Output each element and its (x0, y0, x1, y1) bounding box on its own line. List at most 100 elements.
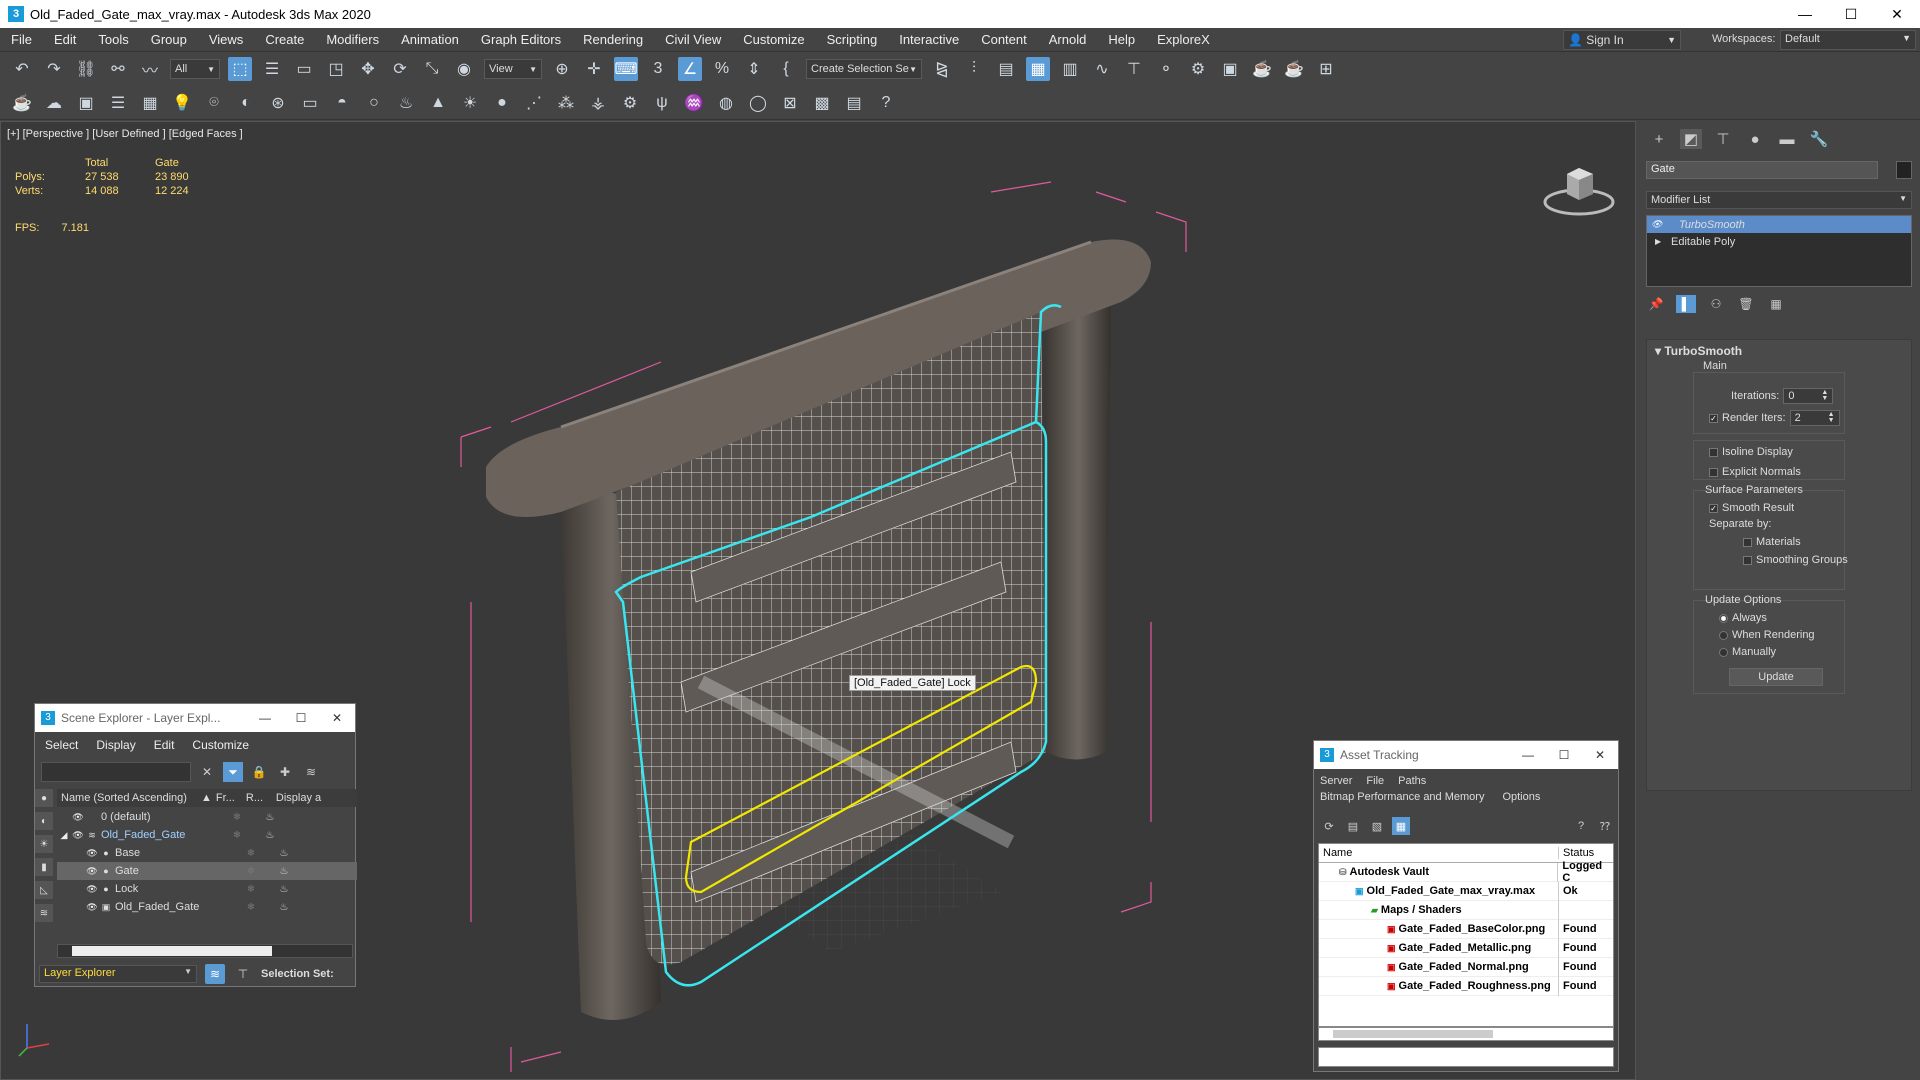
sort-by-layer-icon[interactable]: ≋ (205, 964, 225, 984)
rendered-frame-window-icon[interactable]: ▣ (1218, 57, 1242, 81)
material-editor-icon[interactable]: ⚬ (1154, 57, 1178, 81)
select-manipulate-icon[interactable]: ✛ (582, 57, 606, 81)
iterations-spinner[interactable]: 0 ▲ ▼ (1783, 388, 1834, 404)
decal-icon[interactable]: ◍ (714, 91, 738, 115)
help-icon[interactable]: ? (1572, 817, 1590, 835)
layer-explorer-icon[interactable]: ▦ (1026, 57, 1050, 81)
proxy-icon[interactable]: ⋰ (522, 91, 546, 115)
reference-coordinate-dropdown[interactable]: View ▼ (484, 59, 542, 79)
redo-icon[interactable]: ↷ (42, 57, 66, 81)
mesh-export-icon[interactable]: ▤ (842, 91, 866, 115)
layer-row[interactable]: ◢ 👁 ≋ Old_Faded_Gate ❄ ♨ (57, 826, 357, 844)
menu-content[interactable]: Content (970, 28, 1038, 52)
freeze-icon[interactable]: ❄ (233, 848, 269, 859)
keyboard-shortcut-override-icon[interactable]: ⌨ (614, 57, 638, 81)
curve-editor-icon[interactable]: ∿ (1090, 57, 1114, 81)
render-teapot-icon[interactable]: ♨ (269, 902, 299, 913)
list-view-icon[interactable]: ▤ (1344, 817, 1362, 835)
menu-file[interactable]: File (0, 28, 43, 52)
close-icon[interactable]: ✕ (1874, 0, 1920, 28)
scene-converter-icon[interactable]: ⊠ (778, 91, 802, 115)
lock-icon[interactable]: 🔒 (249, 762, 269, 782)
freeze-icon[interactable]: ❄ (219, 830, 255, 841)
sort-by-hierarchy-icon[interactable]: ⊤ (233, 964, 253, 984)
placement-icon[interactable]: ◉ (452, 57, 476, 81)
stack-item-turbosmooth[interactable]: 👁 TurboSmooth (1647, 216, 1911, 233)
frame-buffer-icon[interactable]: ▩ (810, 91, 834, 115)
sphere-icon[interactable]: ○ (362, 91, 386, 115)
clear-search-icon[interactable]: ✕ (197, 762, 217, 782)
isoline-checkbox[interactable] (1709, 447, 1718, 457)
asset-row[interactable]: ⛁ Autodesk Vault Logged C (1319, 860, 1613, 884)
display-spacewarps-icon[interactable]: ≋ (35, 904, 53, 922)
maximize-icon[interactable]: ☐ (1828, 0, 1874, 28)
name-column-header[interactable]: Name (Sorted Ascending) (57, 792, 197, 804)
expand-arrow-icon[interactable]: ▶ (1655, 237, 1665, 246)
viewcube-icon[interactable] (1539, 152, 1619, 222)
maximize-icon[interactable]: ☐ (283, 711, 319, 725)
minimize-icon[interactable]: — (1782, 0, 1828, 28)
freeze-icon[interactable]: ❄ (233, 902, 269, 913)
teapot-icon[interactable]: ☕ (10, 91, 34, 115)
update-button[interactable]: Update (1729, 668, 1823, 686)
select-by-name-icon[interactable]: ☰ (260, 57, 284, 81)
menu-animation[interactable]: Animation (390, 28, 470, 52)
display-helpers-icon[interactable]: ◺ (35, 881, 53, 899)
display-lights-icon[interactable]: ☀ (35, 835, 53, 853)
asset-tracking-titlebar[interactable]: 3 Asset Tracking — ☐ ✕ (1314, 741, 1618, 769)
asset-row[interactable]: ▣ Old_Faded_Gate_max_vray.max Ok (1319, 881, 1613, 901)
move-icon[interactable]: ✥ (356, 57, 380, 81)
at-menu-bitmap-performance[interactable]: Bitmap Performance and Memory (1320, 791, 1484, 803)
align-icon[interactable]: ⫶ (962, 57, 986, 81)
scrollbar-thumb[interactable] (1333, 1030, 1493, 1038)
teapot-shape-icon[interactable]: ♨ (394, 91, 418, 115)
grid-icon[interactable]: ▦ (138, 91, 162, 115)
menu-scripting[interactable]: Scripting (816, 28, 889, 52)
settings-help-icon[interactable]: ⁇ (1596, 817, 1614, 835)
volume-icon[interactable]: ⚙ (618, 91, 642, 115)
filter-icon[interactable]: ⏷ (223, 762, 243, 782)
render-activeshade-icon[interactable]: ⊞ (1314, 57, 1338, 81)
angle-snap-icon[interactable]: ∠ (678, 57, 702, 81)
render-teapot-icon[interactable]: ♨ (255, 830, 285, 841)
pivot-point-icon[interactable]: ⊕ (550, 57, 574, 81)
show-end-result-icon[interactable]: ▌ (1676, 295, 1696, 313)
eye-icon[interactable]: 👁 (1651, 219, 1665, 230)
create-tab-icon[interactable]: + (1648, 129, 1670, 149)
display-column-header[interactable]: Display a (272, 792, 321, 804)
smoothing-groups-checkbox[interactable] (1743, 555, 1752, 565)
film-icon[interactable]: ⊛ (266, 91, 290, 115)
menu-modifiers[interactable]: Modifiers (315, 28, 390, 52)
menu-civil-view[interactable]: Civil View (654, 28, 732, 52)
asset-row[interactable]: ▰ Maps / Shaders (1319, 900, 1613, 920)
light-bulb-icon[interactable]: 💡 (170, 91, 194, 115)
freeze-icon[interactable]: ❄ (233, 884, 269, 895)
close-icon[interactable]: ✕ (319, 711, 355, 725)
rollout-header[interactable]: ▾ TurboSmooth (1647, 340, 1911, 362)
thumbnail-view-icon[interactable]: ▧ (1368, 817, 1386, 835)
asset-table-hscrollbar[interactable] (1318, 1027, 1614, 1041)
menu-views[interactable]: Views (198, 28, 254, 52)
render-iterative-icon[interactable]: ☕ (1282, 57, 1306, 81)
render-iters-checkbox[interactable]: ✓ (1709, 413, 1718, 423)
menu-graph-editors[interactable]: Graph Editors (470, 28, 572, 52)
grass-icon[interactable]: ψ (650, 91, 674, 115)
render-setup-icon[interactable]: ⚙ (1186, 57, 1210, 81)
refresh-icon[interactable]: ⟳ (1320, 817, 1338, 835)
maximize-icon[interactable]: ☐ (1546, 748, 1582, 762)
cone-icon[interactable]: ▲ (426, 91, 450, 115)
texture-icon[interactable]: ▣ (74, 91, 98, 115)
modifier-list-dropdown[interactable]: Modifier List ▼ (1646, 191, 1912, 209)
table-view-icon[interactable]: ▦ (1392, 817, 1410, 835)
hf-icon[interactable]: ♒ (682, 91, 706, 115)
rotate-icon[interactable]: ⟳ (388, 57, 412, 81)
scene-explorer-titlebar[interactable]: 3 Scene Explorer - Layer Expl... — ☐ ✕ (35, 704, 355, 732)
percent-snap-icon[interactable]: % (710, 57, 734, 81)
menu-arnold[interactable]: Arnold (1038, 28, 1098, 52)
sphere-light-icon[interactable]: ◐ (234, 91, 258, 115)
layer-row[interactable]: 👁 0 (default) ❄ ♨ (57, 808, 357, 826)
help-icon[interactable]: ? (874, 91, 898, 115)
minimize-icon[interactable]: — (1510, 748, 1546, 762)
se-menu-display[interactable]: Display (96, 738, 135, 752)
object-row[interactable]: 👁 ▣ Old_Faded_Gate ❄ ♨ (57, 898, 357, 916)
